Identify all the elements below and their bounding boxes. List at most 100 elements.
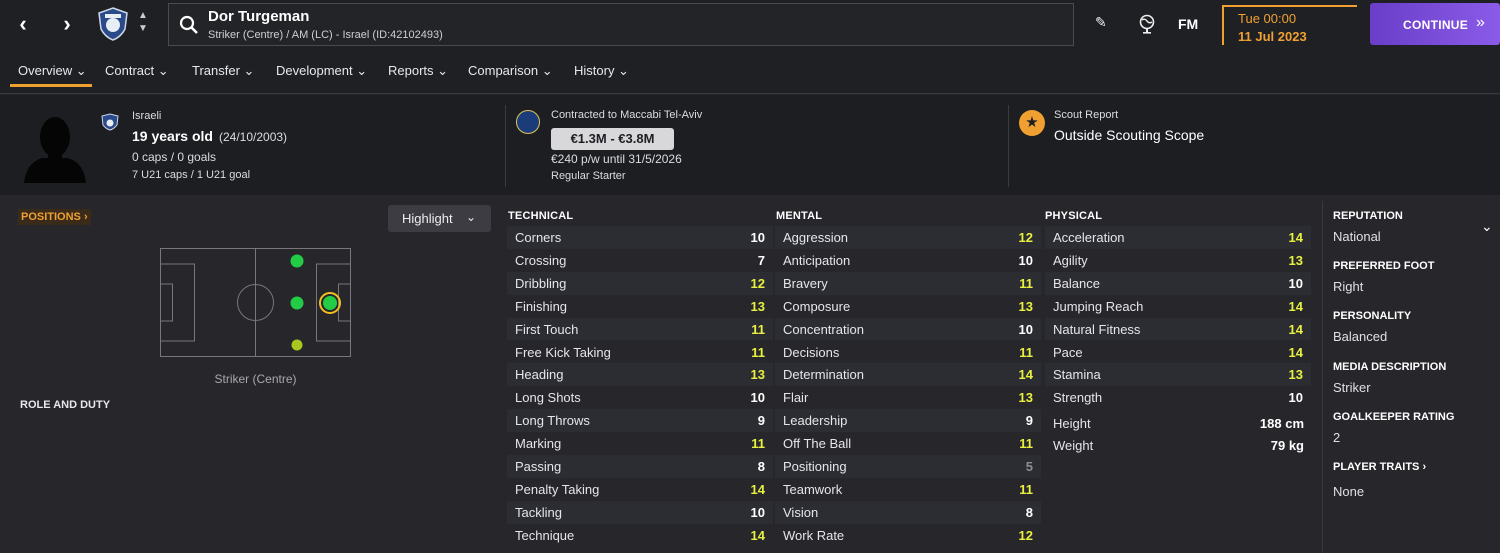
tab-development[interactable]: Development ⌄ [276,63,367,79]
attribute-name: Marking [515,436,562,452]
chevron-down-icon[interactable]: ⌄ [1481,218,1493,235]
weight-value: 79 kg [1270,438,1304,453]
attribute-row[interactable]: Passing 8 [507,455,773,478]
attribute-row[interactable]: Technique 14 [507,524,773,547]
back-arrow-icon[interactable]: ‹ [11,11,35,36]
nation-crest-icon[interactable] [101,113,119,131]
attribute-row[interactable]: Heading 13 [507,363,773,387]
attribute-row[interactable]: Flair 13 [775,386,1041,409]
attribute-row[interactable]: Corners 10 [507,226,773,249]
fm-logo[interactable]: FM [1178,16,1198,32]
attribute-name: Decisions [783,344,840,360]
attribute-row[interactable]: Teamwork 11 [775,478,1041,501]
attribute-row[interactable]: Composure 13 [775,295,1041,318]
attribute-row[interactable]: Anticipation 10 [775,249,1041,272]
player-subtitle: Striker (Centre) / AM (LC) - Israel (ID:… [208,29,443,41]
chevron-down-icon: ⌄ [466,210,477,224]
attribute-value: 7 [757,252,765,268]
attribute-value: 10 [750,230,765,245]
attribute-row[interactable]: Work Rate 12 [775,524,1041,547]
media-description-heading: MEDIA DESCRIPTION [1333,361,1447,373]
tab-overview[interactable]: Overview ⌄ [18,63,87,79]
preferred-foot-heading: PREFERRED FOOT [1333,260,1435,272]
attribute-row[interactable]: Vision 8 [775,500,1041,524]
height-value: 188 cm [1259,416,1304,431]
attribute-row[interactable]: Concentration 10 [775,317,1041,341]
attribute-row[interactable]: Leadership 9 [775,409,1041,433]
attribute-name: Work Rate [783,527,845,543]
nationality[interactable]: Israeli [132,110,161,122]
attribute-row[interactable]: Free Kick Taking 11 [507,341,773,364]
attribute-row[interactable]: Jumping Reach 14 [1045,295,1311,318]
world-icon[interactable] [1138,14,1156,34]
continue-button[interactable]: CONTINUE » [1370,3,1500,45]
attribute-row[interactable]: Agility 13 [1045,249,1311,272]
attribute-row[interactable]: Bravery 11 [775,271,1041,295]
attribute-row[interactable]: Stamina 13 [1045,363,1311,387]
attribute-value: 14 [1018,367,1033,383]
date-time: Tue 00:00 [1238,11,1297,26]
physical-heading: PHYSICAL [1045,210,1103,222]
up-down-icon[interactable]: ▲ ▼ [136,9,150,39]
highlight-dropdown[interactable]: Highlight ⌄ [388,205,491,232]
caps-goals: 0 caps / 0 goals [132,150,217,164]
attribute-row[interactable]: Off The Ball 11 [775,432,1041,455]
attribute-value: 13 [1018,298,1033,314]
player-search-box[interactable]: Dor Turgeman Striker (Centre) / AM (LC) … [168,3,1074,46]
attribute-row[interactable]: Balance 10 [1045,271,1311,295]
attribute-name: Long Shots [515,390,581,406]
positions-heading[interactable]: POSITIONS › [18,209,91,225]
attribute-name: First Touch [515,321,579,337]
attribute-name: Penalty Taking [515,481,600,497]
forward-arrow-icon[interactable]: › [55,11,79,36]
highlight-label: Highlight [402,211,453,226]
player-info-header: Israeli 19 years old (24/10/2003) 0 caps… [0,95,1500,195]
attribute-row[interactable]: Determination 14 [775,363,1041,387]
player-traits-value: None [1333,484,1365,499]
preferred-foot-value: Right [1333,279,1364,294]
club-crest-icon[interactable] [516,110,540,134]
tab-contract[interactable]: Contract ⌄ [105,63,169,79]
edit-pencil-icon[interactable]: ✎ [1095,14,1107,31]
continue-label: CONTINUE [1403,18,1469,32]
attribute-value: 10 [1288,390,1303,406]
player-traits-heading[interactable]: PLAYER TRAITS › [1333,461,1426,473]
contract-club[interactable]: Contracted to Maccabi Tel-Aviv [551,109,702,121]
attribute-row[interactable]: Crossing 7 [507,249,773,272]
israel-fa-crest-icon [98,7,128,41]
attribute-row[interactable]: First Touch 11 [507,317,773,341]
scout-report-title[interactable]: Scout Report [1054,109,1118,121]
attribute-row[interactable]: Long Shots 10 [507,386,773,409]
attribute-name: Crossing [515,252,567,268]
tab-transfer[interactable]: Transfer ⌄ [192,63,254,79]
attribute-name: Acceleration [1053,230,1125,245]
attribute-value: 13 [1018,390,1033,406]
attribute-name: Positioning [783,459,847,474]
tab-comparison[interactable]: Comparison ⌄ [468,63,553,79]
position-marker-st-inner [323,296,337,310]
attribute-name: Strength [1053,390,1103,406]
attribute-name: Teamwork [783,481,843,497]
attribute-name: Determination [783,367,864,383]
attribute-value: 13 [1288,367,1303,383]
attribute-name: Agility [1053,252,1088,268]
attribute-row[interactable]: Strength 10 [1045,386,1311,409]
attribute-name: Flair [783,390,809,406]
attribute-row[interactable]: Aggression 12 [775,226,1041,249]
search-icon[interactable] [179,15,199,35]
attribute-row[interactable]: Finishing 13 [507,295,773,318]
attribute-row[interactable]: Long Throws 9 [507,409,773,433]
attribute-row[interactable]: Pace 14 [1045,341,1311,364]
attribute-row[interactable]: Dribbling 12 [507,271,773,295]
attribute-row[interactable]: Tackling 10 [507,500,773,524]
attribute-row[interactable]: Marking 11 [507,432,773,455]
attribute-row[interactable]: Decisions 11 [775,341,1041,364]
tab-reports[interactable]: Reports ⌄ [388,63,448,79]
height-label: Height [1053,416,1091,431]
attribute-row[interactable]: Penalty Taking 14 [507,478,773,501]
tab-history[interactable]: History ⌄ [574,63,629,79]
attribute-row[interactable]: Natural Fitness 14 [1045,317,1311,341]
attribute-row[interactable]: Acceleration 14 [1045,226,1311,249]
game-date: Tue 00:00 11 Jul 2023 [1222,5,1357,45]
attribute-row[interactable]: Positioning 5 [775,455,1041,478]
